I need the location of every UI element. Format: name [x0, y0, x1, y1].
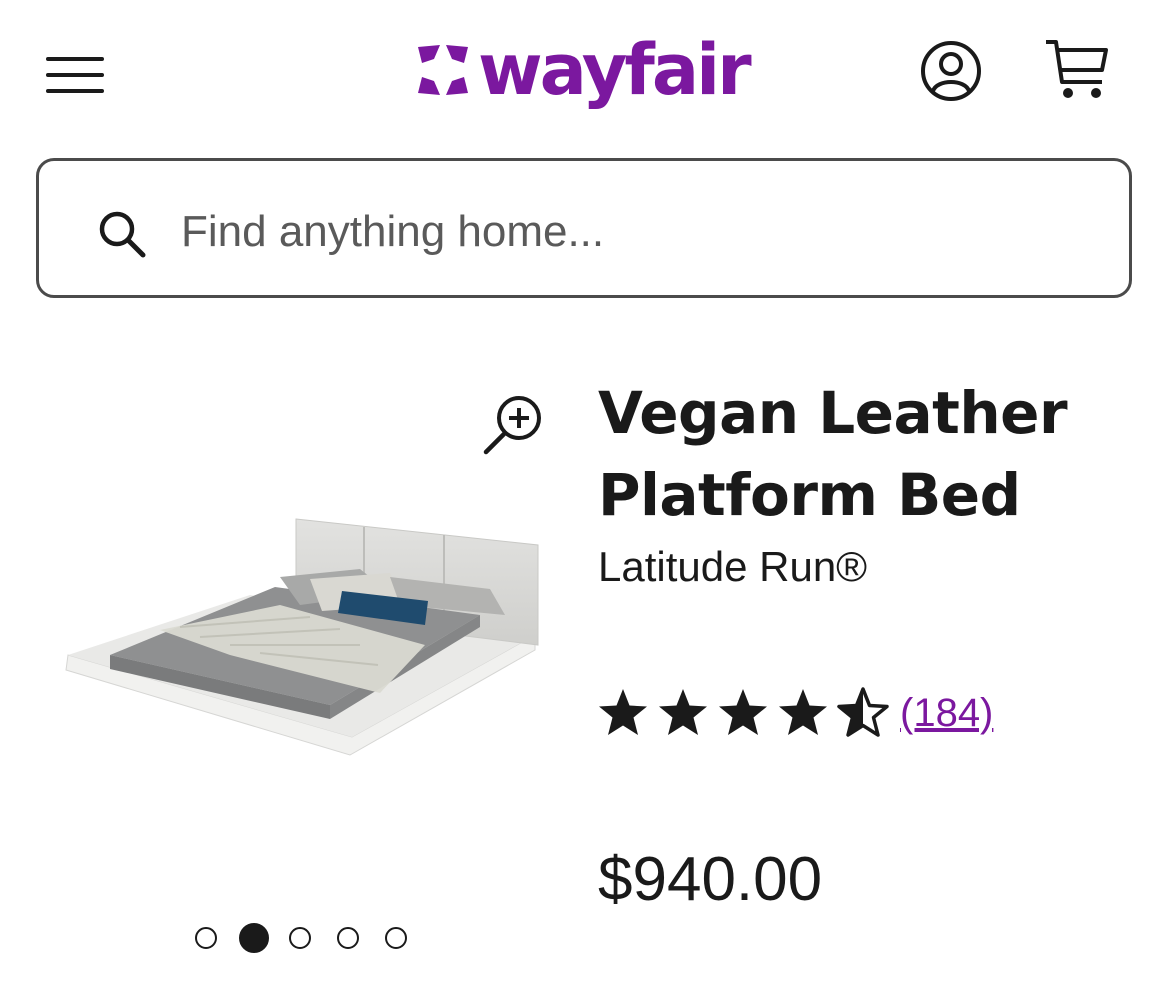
menu-line — [46, 73, 104, 77]
logo-wordmark: wayfair — [478, 29, 752, 111]
carousel-dot-4[interactable] — [337, 927, 359, 949]
shopping-cart-icon — [1046, 40, 1108, 98]
user-circle-icon — [921, 41, 981, 101]
site-header: wayfair — [0, 0, 1168, 140]
product-brand[interactable]: Latitude Run® — [598, 543, 867, 591]
star-full-icon — [719, 689, 767, 735]
account-button[interactable] — [919, 39, 983, 103]
cart-button[interactable] — [1044, 36, 1112, 102]
star-full-icon — [659, 689, 707, 735]
product-price: $940.00 — [598, 845, 823, 914]
hamburger-menu-icon — [46, 57, 104, 61]
star-full-icon — [779, 689, 827, 735]
carousel-dot-2[interactable] — [239, 923, 269, 953]
menu-line — [46, 89, 104, 93]
carousel-dot-1[interactable] — [195, 927, 217, 949]
product-rating[interactable]: (184) — [596, 686, 993, 740]
image-carousel-dots — [195, 923, 433, 954]
reviews-link[interactable]: (184) — [900, 691, 993, 736]
search-icon — [99, 211, 146, 258]
wayfair-logo-mark-icon — [418, 45, 468, 95]
zoom-button[interactable] — [478, 390, 548, 460]
star-half-icon — [837, 687, 889, 737]
platform-bed-image — [65, 518, 539, 756]
search-bar[interactable] — [36, 158, 1132, 298]
star-full-icon — [599, 689, 647, 735]
wayfair-logo[interactable]: wayfair — [414, 29, 752, 111]
product-image[interactable] — [60, 505, 550, 775]
zoom-in-icon — [483, 396, 541, 455]
product-title: Vegan Leather Platform Bed — [598, 379, 1068, 529]
carousel-dot-5[interactable] — [385, 927, 407, 949]
carousel-dot-3[interactable] — [289, 927, 311, 949]
search-input[interactable] — [179, 191, 1083, 273]
menu-button[interactable] — [40, 45, 110, 95]
